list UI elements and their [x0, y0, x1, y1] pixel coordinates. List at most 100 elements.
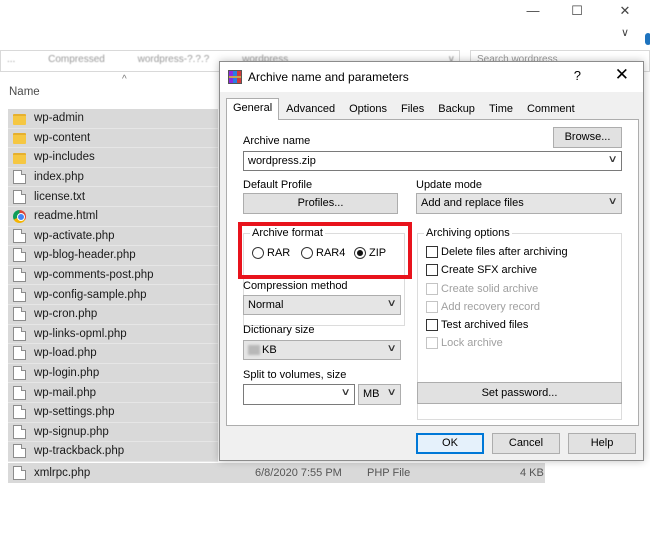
- document-icon: [13, 170, 26, 185]
- tab-advanced[interactable]: Advanced: [279, 99, 342, 119]
- tab-time[interactable]: Time: [482, 99, 520, 119]
- checkbox-label: Add recovery record: [441, 301, 541, 313]
- checkbox-delete-files[interactable]: Delete files after archiving: [426, 246, 568, 258]
- file-row[interactable]: wp-cron.php: [8, 304, 218, 325]
- update-mode-label: Update mode: [416, 179, 483, 191]
- file-name: wp-includes: [34, 151, 95, 164]
- help-title-button[interactable]: ?: [574, 68, 581, 83]
- ok-button[interactable]: OK: [416, 433, 484, 454]
- column-name-label[interactable]: Name: [9, 86, 40, 98]
- file-row[interactable]: license.txt: [8, 187, 218, 207]
- address-segment[interactable]: wordpress-?.?.?: [138, 54, 210, 65]
- expand-ribbon-chevron-icon[interactable]: ∨: [612, 24, 638, 42]
- file-row[interactable]: wp-blog-header.php: [8, 246, 218, 266]
- file-row[interactable]: wp-load.php: [8, 344, 218, 364]
- dictionary-size-select[interactable]: KB ∨: [243, 340, 401, 360]
- file-type: PHP File: [367, 467, 411, 479]
- dialog-titlebar[interactable]: Archive name and parameters ? ✕: [220, 62, 643, 92]
- tab-comment[interactable]: Comment: [520, 99, 582, 119]
- format-highlight-box: [238, 222, 412, 279]
- chevron-down-icon: ∨: [386, 387, 397, 398]
- dialog-title: Archive name and parameters: [248, 70, 409, 84]
- file-name: wp-trackback.php: [34, 445, 125, 458]
- profiles-button[interactable]: Profiles...: [243, 193, 398, 214]
- dictionary-size-unit: KB: [262, 344, 277, 356]
- file-size: 4 KB: [520, 467, 544, 479]
- file-row[interactable]: wp-signup.php: [8, 422, 218, 443]
- file-row[interactable]: wp-activate.php: [8, 226, 218, 247]
- file-row[interactable]: wp-includes: [8, 148, 218, 168]
- document-icon: [13, 287, 26, 302]
- file-row[interactable]: wp-settings.php: [8, 402, 218, 423]
- update-mode-value: Add and replace files: [421, 197, 524, 209]
- checkbox-test-archived[interactable]: Test archived files: [426, 319, 528, 331]
- file-row[interactable]: wp-config-sample.php: [8, 285, 218, 305]
- set-password-button[interactable]: Set password...: [417, 382, 622, 404]
- compression-method-label: Compression method: [243, 280, 348, 292]
- help-icon[interactable]: [645, 33, 650, 45]
- tab-files[interactable]: Files: [394, 99, 431, 119]
- folder-icon: [13, 152, 26, 164]
- document-icon: [13, 346, 26, 361]
- checkbox-recovery-record: Add recovery record: [426, 301, 540, 313]
- file-row[interactable]: wp-trackback.php: [8, 442, 218, 462]
- archive-name-input[interactable]: wordpress.zip ∨: [243, 151, 622, 171]
- browse-button[interactable]: Browse...: [553, 127, 622, 148]
- checkbox-box: [426, 264, 438, 276]
- file-row[interactable]: wp-content: [8, 128, 218, 149]
- file-name: index.php: [34, 171, 84, 184]
- file-date: 6/8/2020 7:55 PM: [255, 467, 342, 479]
- close-dialog-button[interactable]: ✕: [615, 65, 629, 85]
- help-button[interactable]: Help: [568, 433, 636, 454]
- column-header[interactable]: ^ Name: [0, 74, 220, 104]
- document-icon: [13, 366, 26, 381]
- checkbox-box: [426, 319, 438, 331]
- checkbox-label: Delete files after archiving: [441, 246, 568, 258]
- checkbox-label: Create SFX archive: [441, 264, 537, 276]
- split-unit-value: MB: [363, 388, 380, 400]
- file-row[interactable]: readme.html: [8, 206, 218, 227]
- minimize-button[interactable]: —: [520, 2, 546, 20]
- split-volumes-input[interactable]: ∨: [243, 384, 355, 405]
- file-name: xmlrpc.php: [34, 467, 91, 479]
- folder-icon: [13, 133, 26, 145]
- file-row[interactable]: wp-mail.php: [8, 383, 218, 403]
- close-window-button[interactable]: ✕: [612, 2, 638, 20]
- split-volumes-label: Split to volumes, size: [243, 369, 347, 381]
- file-name: wp-login.php: [34, 367, 100, 380]
- tab-backup[interactable]: Backup: [431, 99, 482, 119]
- split-unit-select[interactable]: MB ∨: [358, 384, 401, 405]
- tab-general[interactable]: General: [226, 98, 280, 120]
- window-controls: — ☐ ✕ ∨: [520, 0, 650, 44]
- chevron-down-icon[interactable]: ∨: [340, 387, 350, 398]
- file-row[interactable]: index.php: [8, 167, 218, 188]
- maximize-button[interactable]: ☐: [564, 2, 590, 20]
- file-row[interactable]: wp-comments-post.php: [8, 265, 218, 286]
- file-name: readme.html: [34, 210, 98, 223]
- checkbox-box: [426, 246, 438, 258]
- address-segment[interactable]: Compressed: [48, 54, 105, 65]
- file-name: wp-config-sample.php: [34, 288, 147, 301]
- file-name: wp-admin: [34, 112, 84, 125]
- chevron-down-icon: ∨: [607, 196, 618, 207]
- update-mode-select[interactable]: Add and replace files ∨: [416, 193, 622, 214]
- chevron-down-icon[interactable]: ∨: [607, 154, 617, 165]
- sort-ascending-icon: ^: [122, 74, 127, 85]
- document-icon: [13, 268, 26, 283]
- cancel-button[interactable]: Cancel: [492, 433, 560, 454]
- general-panel: Archive name Browse... wordpress.zip ∨ D…: [226, 119, 639, 426]
- file-row[interactable]: xmlrpc.php 6/8/2020 7:55 PM PHP File 4 K…: [8, 463, 545, 483]
- winrar-icon: [228, 70, 242, 84]
- checkbox-box: [426, 337, 438, 349]
- file-row[interactable]: wp-admin: [8, 109, 218, 129]
- file-row[interactable]: wp-login.php: [8, 363, 218, 384]
- tab-options[interactable]: Options: [342, 99, 394, 119]
- document-icon: [13, 466, 26, 480]
- address-segment[interactable]: ...: [7, 54, 15, 65]
- checkbox-create-sfx[interactable]: Create SFX archive: [426, 264, 537, 276]
- archiving-options-label: Archiving options: [424, 227, 512, 239]
- document-icon: [13, 424, 26, 439]
- checkbox-box: [426, 283, 438, 295]
- file-row[interactable]: wp-links-opml.php: [8, 324, 218, 345]
- compression-method-select[interactable]: Normal ∨: [243, 295, 401, 315]
